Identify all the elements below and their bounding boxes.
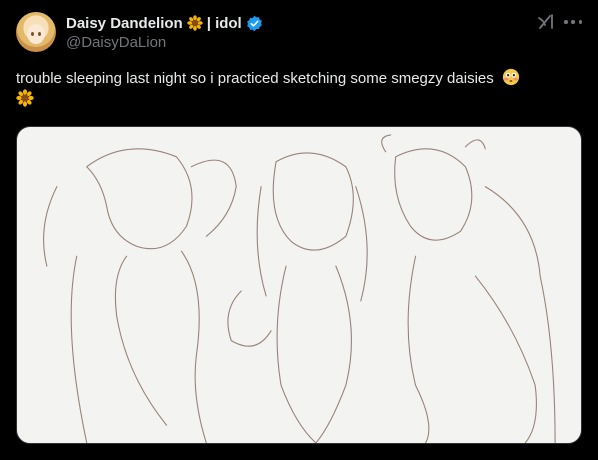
avatar-face: [27, 24, 45, 44]
tweet-card: Daisy Dandelion | idol @DaisyDaLion trou…: [0, 0, 598, 460]
tweet-text-content: trouble sleeping last night so i practic…: [16, 70, 494, 87]
flushed-face-emoji-icon: [502, 68, 520, 86]
tweet-text: trouble sleeping last night so i practic…: [16, 68, 582, 110]
avatar-eye: [31, 32, 34, 36]
author-header: Daisy Dandelion | idol: [66, 13, 263, 33]
author-title: | idol: [206, 14, 242, 32]
author-handle[interactable]: @DaisyDaLion: [66, 34, 166, 51]
more-dot: [564, 20, 568, 24]
avatar[interactable]: [16, 12, 56, 52]
sketch-illustration: [43, 134, 556, 443]
author-display-name[interactable]: Daisy Dandelion: [66, 15, 183, 32]
more-dot: [578, 20, 582, 24]
sunflower-emoji-icon: [186, 15, 203, 31]
verified-badge-icon[interactable]: [246, 15, 263, 32]
more-dot: [571, 20, 575, 24]
media-image[interactable]: [16, 126, 582, 444]
grok-icon[interactable]: [536, 12, 556, 32]
avatar-eye: [38, 32, 41, 36]
sunflower-emoji-icon: [16, 89, 34, 107]
more-options-icon[interactable]: [564, 18, 582, 26]
